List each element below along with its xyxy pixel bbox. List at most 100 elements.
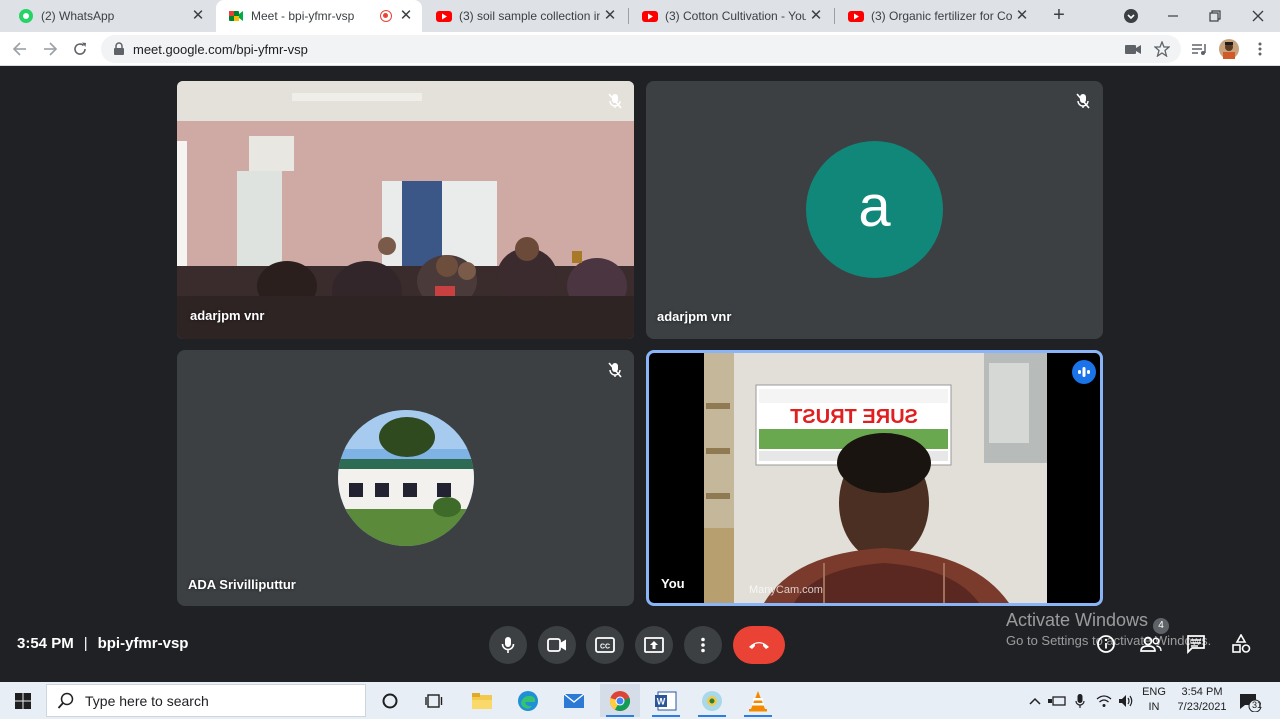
show-hidden-icons[interactable] <box>1025 691 1045 711</box>
minimize-button[interactable] <box>1152 0 1194 32</box>
svg-text:CC: CC <box>600 644 610 651</box>
close-icon <box>1252 10 1264 22</box>
tab-title: (3) Cotton Cultivation - YouTu <box>665 9 806 23</box>
speaker-icon <box>1119 695 1133 707</box>
mic-off-icon <box>1072 90 1094 112</box>
restore-button[interactable] <box>1194 0 1236 32</box>
mail-button[interactable] <box>554 684 594 717</box>
chat-button[interactable] <box>1184 632 1208 656</box>
mic-tray[interactable] <box>1070 691 1090 711</box>
windows-taskbar: Type here to search W ENG IN 3:54 PM 7/2… <box>0 682 1280 719</box>
tab-whatsapp[interactable]: (2) WhatsApp ✕ <box>6 0 214 32</box>
avatar <box>338 410 474 546</box>
microphone-icon <box>1075 694 1085 708</box>
forward-button[interactable] <box>38 37 62 61</box>
arrow-right-icon <box>44 42 58 56</box>
avatar-letter: a <box>858 174 891 239</box>
reload-button[interactable] <box>68 37 92 61</box>
tab-title: (3) Organic fertilizer for Coco <box>871 9 1012 23</box>
tab-title: Meet - bpi-yfmr-vsp <box>251 9 355 23</box>
lock-icon <box>114 42 124 55</box>
search-icon <box>57 692 74 709</box>
more-options-button[interactable] <box>684 626 722 664</box>
mic-off-icon <box>604 359 626 381</box>
participant-name: adarjpm vnr <box>190 308 265 323</box>
chevron-up-icon <box>1029 697 1041 705</box>
tab-close-icon[interactable]: ✕ <box>190 8 206 24</box>
vlc-taskbar-button[interactable] <box>738 684 778 717</box>
present-button[interactable] <box>635 626 673 664</box>
clock-time: 3:54 PM <box>1181 686 1223 698</box>
chrome-menu-button[interactable] <box>1248 37 1272 61</box>
task-view-button[interactable] <box>414 684 454 717</box>
media-control-button[interactable] <box>1187 37 1211 61</box>
close-window-button[interactable] <box>1237 0 1279 32</box>
mic-off-icon <box>604 90 626 112</box>
wifi-icon <box>1096 695 1112 707</box>
participant-tile[interactable]: adarjpm vnr <box>177 81 634 339</box>
google-meet-icon <box>228 8 244 24</box>
edge-icon <box>518 690 538 711</box>
tab-close-icon[interactable]: ✕ <box>808 8 824 24</box>
tab-search-button[interactable] <box>1110 0 1152 32</box>
participant-name: adarjpm vnr <box>657 309 732 324</box>
language-code: ENG <box>1142 686 1166 698</box>
activities-button[interactable] <box>1229 632 1253 656</box>
participants-button[interactable] <box>1139 632 1163 656</box>
new-tab-button[interactable]: + <box>1047 4 1071 28</box>
participant-tile[interactable]: a adarjpm vnr <box>646 81 1103 339</box>
tab-close-icon[interactable]: ✕ <box>602 8 618 24</box>
captions-button[interactable]: CC <box>586 626 624 664</box>
youtube-icon <box>436 8 452 24</box>
app-taskbar-button[interactable] <box>692 684 732 717</box>
tab-close-icon[interactable]: ✕ <box>1014 8 1030 24</box>
profile-avatar[interactable] <box>1217 37 1241 61</box>
more-vert-icon <box>1258 42 1262 56</box>
language-indicator[interactable]: ENG IN <box>1141 685 1167 715</box>
word-taskbar-button[interactable]: W <box>646 684 686 717</box>
participant-tile[interactable]: ADA Srivilliputtur <box>177 350 634 606</box>
action-center-button[interactable]: 31 <box>1238 690 1262 714</box>
tab-youtube-soil[interactable]: (3) soil sample collection in ta ✕ <box>424 0 626 32</box>
address-bar[interactable]: meet.google.com/bpi-yfmr-vsp <box>101 35 1181 63</box>
star-icon <box>1154 41 1170 57</box>
watermark-line1: Activate Windows <box>1006 610 1149 630</box>
recording-icon <box>380 10 392 22</box>
taskbar-search-box[interactable]: Type here to search <box>46 684 366 717</box>
notification-count: 31 <box>1252 700 1263 710</box>
shapes-icon <box>1232 634 1251 653</box>
volume-tray[interactable] <box>1116 691 1136 711</box>
participant-video <box>177 81 634 339</box>
tab-youtube-cotton[interactable]: (3) Cotton Cultivation - YouTu ✕ <box>630 0 832 32</box>
manycam-watermark: ManyCam.com <box>749 584 823 596</box>
tab-separator <box>628 8 629 24</box>
minimize-icon <box>1168 15 1178 17</box>
back-button[interactable] <box>8 37 32 61</box>
cortana-icon <box>382 693 398 708</box>
microphone-button[interactable] <box>489 626 527 664</box>
whatsapp-icon <box>18 8 34 24</box>
edge-button[interactable] <box>508 684 548 717</box>
tab-title: (2) WhatsApp <box>41 9 115 23</box>
tab-separator <box>834 8 835 24</box>
start-button[interactable] <box>0 682 45 719</box>
cortana-button[interactable] <box>370 684 410 717</box>
network-tray[interactable] <box>1094 691 1114 711</box>
videocam-icon <box>547 638 566 652</box>
self-view-tile[interactable]: SURE TRUST ManyCam.com You <box>646 350 1103 606</box>
mail-icon <box>563 692 585 708</box>
meeting-details-button[interactable] <box>1094 632 1118 656</box>
system-clock[interactable]: 3:54 PM 7/23/2021 <box>1172 685 1232 715</box>
tab-google-meet[interactable]: Meet - bpi-yfmr-vsp ✕ <box>216 0 422 32</box>
tab-close-icon[interactable]: ✕ <box>398 8 414 24</box>
info-separator: | <box>83 635 88 652</box>
youtube-icon <box>642 8 658 24</box>
file-explorer-button[interactable] <box>462 684 502 717</box>
camera-icon <box>1125 45 1141 54</box>
chrome-taskbar-button[interactable] <box>600 684 640 717</box>
battery-tray[interactable] <box>1047 691 1067 711</box>
leave-call-button[interactable] <box>733 626 785 664</box>
tab-youtube-fertilizer[interactable]: (3) Organic fertilizer for Coco ✕ <box>836 0 1038 32</box>
camera-button[interactable] <box>538 626 576 664</box>
clock-date: 7/23/2021 <box>1177 701 1227 713</box>
